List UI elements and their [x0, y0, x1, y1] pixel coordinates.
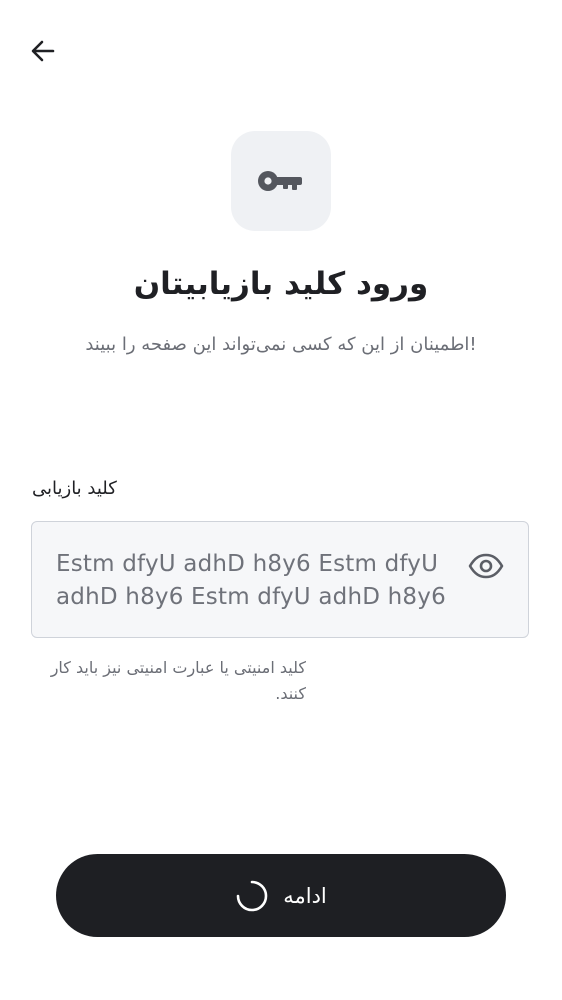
key-badge	[231, 131, 331, 231]
eye-icon	[468, 553, 504, 579]
back-button[interactable]	[22, 30, 64, 72]
toggle-visibility-button[interactable]	[466, 546, 506, 586]
recovery-key-value[interactable]: Estm dfyU adhD h8y6 Estm dfyU adhD h8y6 …	[56, 548, 446, 614]
helper-text: کلید امنیتی یا عبارت امنیتی نیز باید کار…	[50, 658, 306, 703]
arrow-left-icon	[31, 40, 55, 62]
recovery-key-label: کلید بازیابی	[32, 478, 117, 499]
continue-button[interactable]: ادامه	[56, 854, 506, 937]
spinner-icon	[235, 879, 269, 913]
key-icon	[258, 171, 302, 191]
recovery-key-input[interactable]: Estm dfyU adhD h8y6 Estm dfyU adhD h8y6 …	[31, 521, 529, 638]
page-title: ورود کلید بازیابیتان	[133, 266, 429, 302]
continue-label: ادامه	[283, 883, 327, 908]
page-subtitle: !اطمینان از این که کسی نمی‌تواند این صفح…	[85, 334, 477, 355]
